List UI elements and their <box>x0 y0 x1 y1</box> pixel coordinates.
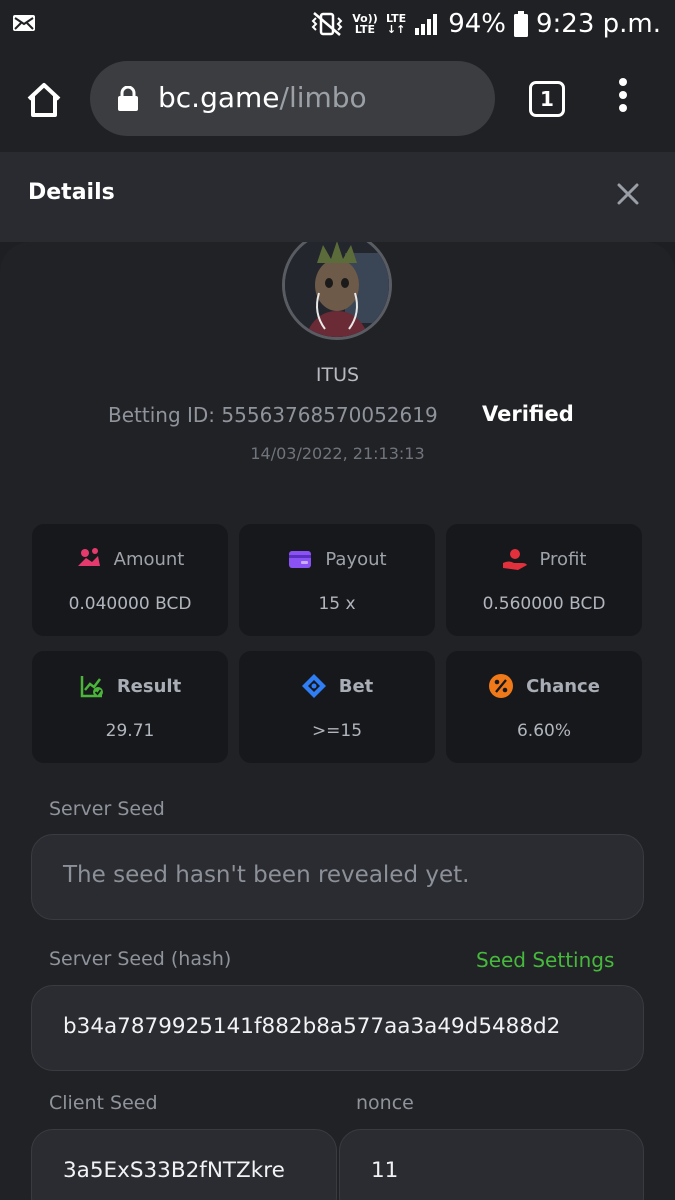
details-header: Details <box>0 152 675 242</box>
chart-check-icon <box>80 676 103 698</box>
battery-icon <box>513 11 528 37</box>
close-icon[interactable] <box>612 178 644 210</box>
browser-toolbar: bc.game/limbo 1 <box>0 48 675 152</box>
server-seed-hash-field[interactable]: b34a7879925141f882b8a577aa3a49d5488d2 <box>31 985 644 1071</box>
nonce-label: nonce <box>356 1092 414 1114</box>
mail-icon <box>13 15 35 31</box>
lock-icon <box>118 86 138 111</box>
volte-indicator: Vo)) LTE <box>352 12 378 36</box>
status-bar: Vo)) LTE LTE ↓↑ 94% 9:23 p.m. <box>0 0 675 48</box>
avatar-image <box>285 242 389 337</box>
avatar <box>282 242 392 340</box>
battery-percent: 94% <box>448 9 506 39</box>
vibrate-mute-icon <box>311 12 343 36</box>
bet-details-panel: ITUS Betting ID: 55563768570052619 Verif… <box>0 242 675 1200</box>
url-path: /limbo <box>279 81 367 114</box>
stat-value: 6.60% <box>516 721 571 741</box>
nonce-text: 11 <box>371 1158 399 1183</box>
seed-settings-link[interactable]: Seed Settings <box>476 948 614 972</box>
username: ITUS <box>315 364 360 386</box>
verified-badge[interactable]: Verified <box>482 402 574 426</box>
coins-icon <box>77 548 100 566</box>
nonce-field[interactable]: 11 <box>339 1129 644 1200</box>
stat-value: 0.560000 BCD <box>482 594 606 614</box>
bet-datetime: 14/03/2022, 21:13:13 <box>250 444 425 463</box>
stat-card-chance: Chance 6.60% <box>446 651 642 763</box>
tab-switcher-button[interactable]: 1 <box>529 81 565 117</box>
stat-label: Chance <box>526 675 600 697</box>
stat-label: Bet <box>338 675 374 697</box>
stat-value: 29.71 <box>105 721 155 741</box>
stat-label: Result <box>116 675 182 697</box>
server-seed-field[interactable]: The seed hasn't been revealed yet. <box>31 834 644 920</box>
stat-card-bet: Bet >=15 <box>239 651 435 763</box>
server-seed-text: The seed hasn't been revealed yet. <box>63 862 470 888</box>
stat-card-payout: Payout 15 x <box>239 524 435 636</box>
profit-hand-icon <box>502 549 527 570</box>
server-seed-hash-text: b34a7879925141f882b8a577aa3a49d5488d2 <box>63 1014 561 1039</box>
signal-icon <box>415 14 438 35</box>
stat-label: Payout <box>325 548 387 570</box>
stat-card-amount: Amount 0.040000 BCD <box>32 524 228 636</box>
url-domain: bc.game <box>158 81 280 114</box>
clock: 9:23 p.m. <box>535 9 661 39</box>
url-text: bc.game/limbo <box>158 81 367 115</box>
lte-indicator: LTE ↓↑ <box>386 13 406 35</box>
server-seed-hash-label: Server Seed (hash) <box>49 948 232 970</box>
home-icon[interactable] <box>24 80 64 120</box>
more-menu-icon[interactable] <box>612 78 634 118</box>
stat-value: 0.040000 BCD <box>68 594 192 614</box>
ticket-icon <box>301 674 326 698</box>
stat-card-result: Result 29.71 <box>32 651 228 763</box>
percent-icon <box>489 674 514 698</box>
data-arrows-icon: ↓↑ <box>386 23 406 36</box>
client-seed-label: Client Seed <box>49 1092 158 1114</box>
server-seed-label: Server Seed <box>49 798 165 820</box>
stat-value: >=15 <box>311 721 363 741</box>
betting-id: Betting ID: 55563768570052619 <box>108 403 438 427</box>
stat-label: Amount <box>113 548 185 570</box>
wallet-icon <box>289 551 312 568</box>
client-seed-field[interactable]: 3a5ExS33B2fNTZkre <box>31 1129 337 1200</box>
details-title: Details <box>28 180 115 205</box>
address-bar[interactable]: bc.game/limbo <box>90 61 495 136</box>
stat-card-profit: Profit 0.560000 BCD <box>446 524 642 636</box>
stat-label: Profit <box>539 548 587 570</box>
client-seed-text: 3a5ExS33B2fNTZkre <box>63 1158 285 1183</box>
stat-value: 15 x <box>318 594 356 614</box>
